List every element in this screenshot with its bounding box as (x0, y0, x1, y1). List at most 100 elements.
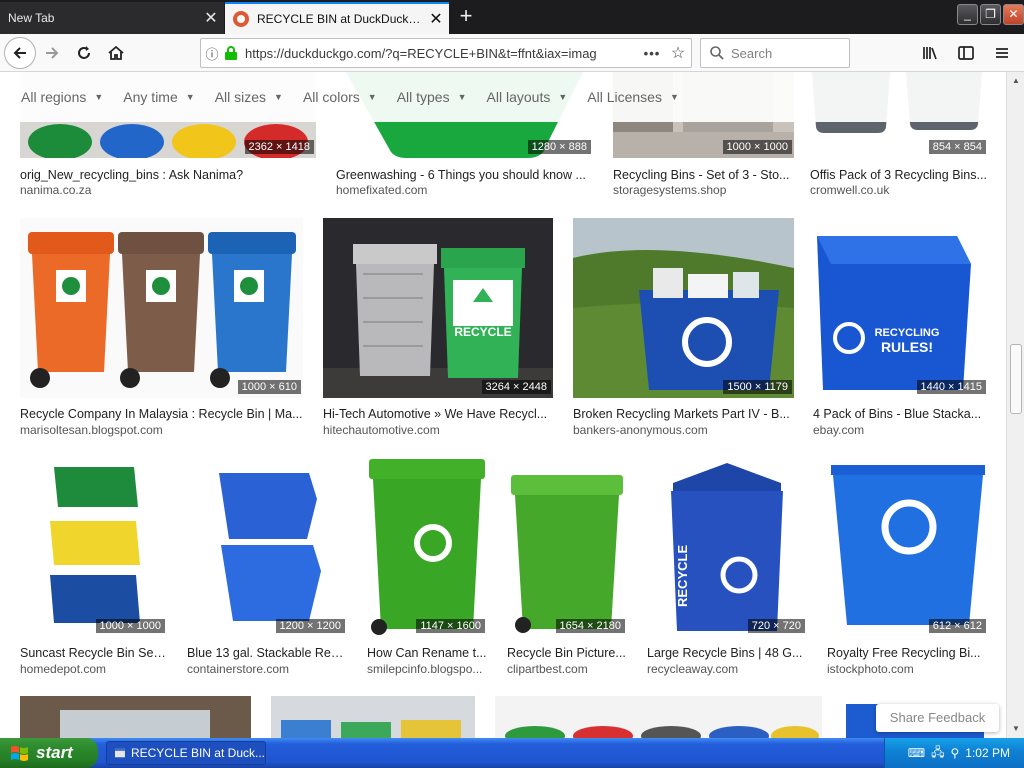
image-result[interactable]: 1500 × 1179 Broken Recycling Markets Par… (573, 218, 794, 438)
library-icon[interactable] (914, 37, 946, 69)
close-window-icon[interactable]: ✕ (1003, 4, 1024, 25)
tab-new-tab[interactable]: New Tab ✕ (0, 2, 224, 34)
filter-types-dropdown[interactable]: All types ▼ (397, 89, 467, 105)
result-title[interactable]: Greenwashing - 6 Things you should know … (336, 168, 593, 182)
clock[interactable]: 1:02 PM (965, 746, 1010, 760)
home-icon[interactable] (100, 37, 132, 69)
result-source[interactable]: storagesystems.shop (613, 183, 794, 197)
minimize-icon[interactable]: _ (957, 4, 978, 25)
result-title[interactable]: Recycle Company In Malaysia : Recycle Bi… (20, 407, 303, 421)
filter-licenses-dropdown[interactable]: All Licenses ▼ (587, 89, 679, 105)
image-result[interactable] (271, 696, 475, 738)
image-result[interactable] (20, 696, 251, 738)
forward-arrow-icon[interactable] (36, 37, 68, 69)
taskbar-item-browser[interactable]: RECYCLE BIN at Duck... (106, 741, 266, 765)
result-image[interactable]: RECYCLE (647, 457, 807, 637)
result-title[interactable]: orig_New_recycling_bins : Ask Nanima? (20, 168, 316, 182)
back-arrow-icon[interactable] (4, 36, 36, 69)
keyboard-icon[interactable]: ⌨ (908, 746, 925, 760)
result-source[interactable]: homefixated.com (336, 183, 593, 197)
result-title[interactable]: How Can Rename t... (367, 646, 487, 660)
page-actions-icon[interactable]: ••• (639, 46, 665, 61)
url-text[interactable]: https://duckduckgo.com/?q=RECYCLE+BIN&t=… (245, 46, 639, 61)
bookmark-star-icon[interactable]: ☆ (665, 43, 691, 63)
image-result[interactable]: 1000 × 1000 Suncast Recycle Bin Set... h… (20, 457, 167, 677)
result-title[interactable]: Royalty Free Recycling Bi... (827, 646, 988, 660)
reload-icon[interactable] (68, 37, 100, 69)
result-source[interactable]: cromwell.co.uk (810, 183, 988, 197)
result-image[interactable] (367, 457, 487, 637)
result-image[interactable]: RECYCLE (323, 218, 553, 398)
result-source[interactable]: clipartbest.com (507, 662, 627, 676)
result-source[interactable]: hitechautomotive.com (323, 423, 553, 437)
result-title[interactable]: Blue 13 gal. Stackable Rec... (187, 646, 347, 660)
result-image[interactable] (507, 457, 627, 637)
filter-sizes-dropdown[interactable]: All sizes ▼ (215, 89, 283, 105)
start-button[interactable]: start (0, 738, 98, 768)
image-result[interactable]: 1000 × 610 Recycle Company In Malaysia :… (20, 218, 303, 438)
caret-down-icon: ▼ (367, 92, 377, 102)
new-tab-plus-icon[interactable]: + (452, 4, 480, 30)
result-title[interactable]: Recycling Bins - Set of 3 - Sto... (613, 168, 794, 182)
image-result[interactable]: RECYCLING RULES! 1440 × 1415 4 Pack of B… (813, 218, 988, 438)
result-image[interactable] (20, 457, 167, 637)
image-dimensions: 1200 × 1200 (275, 619, 345, 633)
bin-label-text: RULES! (881, 339, 933, 355)
result-title[interactable]: Hi-Tech Automotive » We Have Recycl... (323, 407, 553, 421)
result-source[interactable]: ebay.com (813, 423, 988, 437)
result-image[interactable] (573, 218, 794, 398)
info-icon[interactable]: ⓘ (201, 44, 223, 63)
image-result[interactable]: RECYCLE 720 × 720 Large Recycle Bins | 4… (647, 457, 807, 677)
result-title[interactable]: 4 Pack of Bins - Blue Stacka... (813, 407, 988, 421)
result-source[interactable]: homedepot.com (20, 662, 167, 676)
result-source[interactable]: nanima.co.za (20, 183, 316, 197)
result-source[interactable]: smilepcinfo.blogspo... (367, 662, 487, 676)
window-app-icon (115, 748, 125, 758)
scrollbar-thumb[interactable] (1010, 344, 1022, 414)
restore-icon[interactable]: ❐ (980, 4, 1001, 25)
result-source[interactable]: istockphoto.com (827, 662, 988, 676)
result-title[interactable]: Large Recycle Bins | 48 G... (647, 646, 807, 660)
filter-time-dropdown[interactable]: Any time ▼ (123, 89, 194, 105)
close-tab-icon[interactable]: ✕ (198, 8, 224, 28)
tab-recycle-bin[interactable]: RECYCLE BIN at DuckDuckGo ✕ (225, 2, 449, 34)
result-image[interactable] (187, 457, 347, 637)
result-title[interactable]: Broken Recycling Markets Part IV - B... (573, 407, 794, 421)
image-result[interactable]: 1147 × 1600 How Can Rename t... smilepci… (367, 457, 487, 677)
image-result[interactable]: 612 × 612 Royalty Free Recycling Bi... i… (827, 457, 988, 677)
caret-down-icon: ▼ (558, 92, 568, 102)
result-title[interactable]: Recycle Bin Picture... (507, 646, 627, 660)
share-feedback-button[interactable]: Share Feedback (876, 704, 999, 732)
menu-hamburger-icon[interactable] (986, 37, 1018, 69)
close-tab-icon[interactable]: ✕ (423, 9, 449, 29)
result-image[interactable] (20, 218, 303, 398)
filter-colors-dropdown[interactable]: All colors ▼ (303, 89, 377, 105)
result-source[interactable]: recycleaway.com (647, 662, 807, 676)
url-bar[interactable]: ⓘ https://duckduckgo.com/?q=RECYCLE+BIN&… (200, 38, 692, 68)
filter-layouts-dropdown[interactable]: All layouts ▼ (487, 89, 568, 105)
result-image[interactable]: RECYCLING RULES! (813, 218, 988, 398)
result-source[interactable]: bankers-anonymous.com (573, 423, 794, 437)
vertical-scrollbar[interactable]: ▲ ▼ (1006, 72, 1024, 738)
result-image[interactable] (827, 457, 988, 637)
scroll-down-arrow-icon[interactable]: ▼ (1009, 722, 1023, 736)
result-title[interactable]: Offis Pack of 3 Recycling Bins... (810, 168, 988, 182)
sidebar-icon[interactable] (950, 37, 982, 69)
result-image[interactable] (271, 696, 475, 738)
network-icon[interactable]: 🖧 (931, 743, 944, 764)
result-image[interactable] (20, 696, 251, 738)
result-source[interactable]: containerstore.com (187, 662, 347, 676)
image-result[interactable]: 1200 × 1200 Blue 13 gal. Stackable Rec..… (187, 457, 347, 677)
result-title[interactable]: Suncast Recycle Bin Set... (20, 646, 167, 660)
window-controls: _ ❐ ✕ (957, 4, 1024, 25)
image-result[interactable]: RECYCLE 3264 × 2448 Hi-Tech Automotive »… (323, 218, 553, 438)
result-image[interactable] (495, 696, 822, 738)
result-source[interactable]: marisoltesan.blogspot.com (20, 423, 303, 437)
image-result[interactable] (495, 696, 822, 738)
search-box[interactable]: Search (700, 38, 850, 68)
windows-taskbar: start RECYCLE BIN at Duck... ⌨ 🖧 ⚲ 1:02 … (0, 738, 1024, 768)
scroll-up-arrow-icon[interactable]: ▲ (1009, 74, 1023, 88)
filter-regions-dropdown[interactable]: All regions ▼ (21, 89, 103, 105)
search-tray-icon[interactable]: ⚲ (951, 746, 960, 760)
image-result[interactable]: 1654 × 2180 Recycle Bin Picture... clipa… (507, 457, 627, 677)
